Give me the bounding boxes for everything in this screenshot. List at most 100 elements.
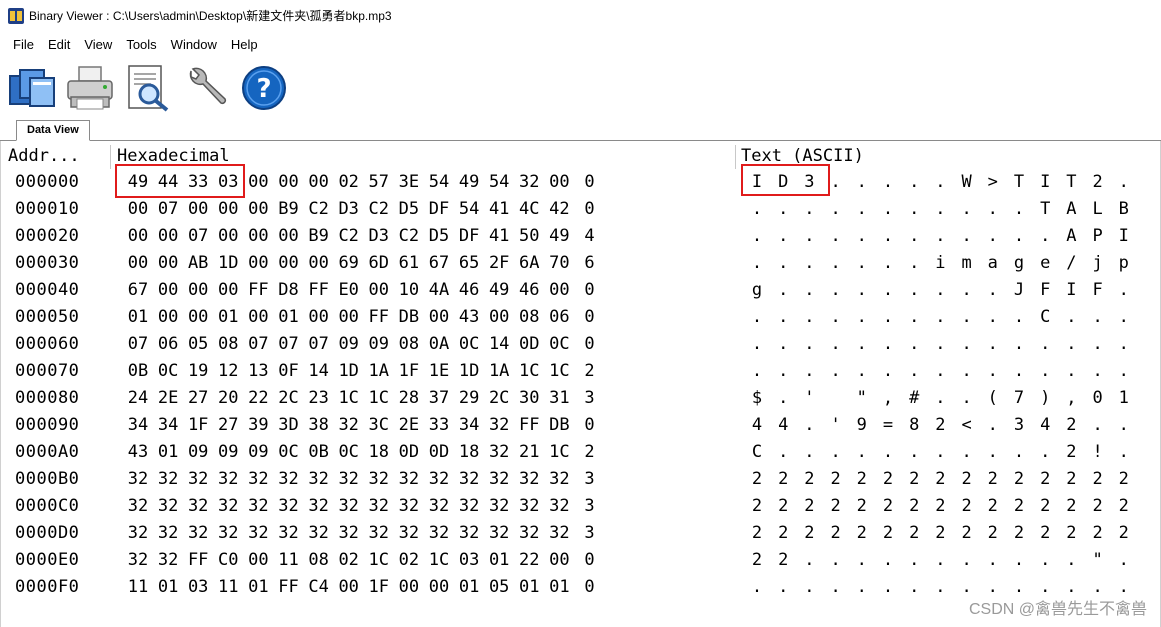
ascii-char[interactable]: . — [747, 304, 767, 331]
ascii-char[interactable]: . — [747, 358, 767, 385]
ascii-char[interactable]: i — [930, 250, 950, 277]
ascii-char[interactable]: . — [904, 358, 924, 385]
hex-byte[interactable]: 39 — [245, 412, 271, 439]
hex-byte[interactable]: D5 — [396, 196, 422, 223]
ascii-char[interactable]: 2 — [747, 520, 767, 547]
hex-byte[interactable]: 4A — [426, 277, 452, 304]
hex-byte[interactable]: 02 — [336, 547, 362, 574]
hex-byte[interactable]: 18 — [366, 439, 392, 466]
hex-byte[interactable]: 32 — [426, 520, 452, 547]
ascii-char[interactable]: . — [799, 277, 819, 304]
hex-byte[interactable]: 32 — [155, 547, 181, 574]
hex-byte[interactable]: 32 — [185, 493, 211, 520]
ascii-char[interactable]: . — [983, 331, 1003, 358]
hex-byte[interactable]: 07 — [185, 223, 211, 250]
ascii-char[interactable]: 2 — [878, 493, 898, 520]
help-button[interactable]: ? — [238, 62, 290, 114]
hex-byte[interactable]: 07 — [125, 331, 151, 358]
ascii-char[interactable]: I — [747, 169, 767, 196]
ascii-char[interactable]: . — [852, 331, 872, 358]
hex-byte[interactable]: 32 — [125, 466, 151, 493]
hex-byte[interactable]: 0 — [577, 574, 603, 601]
ascii-char[interactable]: . — [1035, 547, 1055, 574]
ascii-char[interactable]: 2 — [1088, 169, 1108, 196]
ascii-char[interactable]: . — [773, 223, 793, 250]
hex-byte[interactable]: 32 — [336, 412, 362, 439]
ascii-char[interactable]: p — [1114, 250, 1134, 277]
hex-byte[interactable]: 0D — [426, 439, 452, 466]
hex-byte[interactable]: 32 — [215, 493, 241, 520]
ascii-char[interactable]: 4 — [1035, 412, 1055, 439]
hex-byte[interactable]: 32 — [276, 520, 302, 547]
ascii-char[interactable]: . — [1114, 358, 1134, 385]
hex-byte[interactable]: 54 — [486, 169, 512, 196]
ascii-char[interactable]: . — [904, 250, 924, 277]
hex-byte[interactable]: 32 — [426, 493, 452, 520]
hex-byte[interactable]: 32 — [516, 169, 542, 196]
ascii-char[interactable]: B — [1114, 196, 1134, 223]
open-files-button[interactable] — [6, 62, 58, 114]
ascii-char[interactable]: # — [904, 385, 924, 412]
ascii-char[interactable]: . — [826, 250, 846, 277]
hex-byte[interactable]: 00 — [336, 304, 362, 331]
ascii-char[interactable]: . — [826, 331, 846, 358]
ascii-char[interactable]: P — [1088, 223, 1108, 250]
ascii-char[interactable]: . — [930, 277, 950, 304]
hex-byte[interactable]: 34 — [125, 412, 151, 439]
hex-byte[interactable]: 67 — [426, 250, 452, 277]
hex-byte[interactable]: 38 — [306, 412, 332, 439]
hex-byte[interactable]: 03 — [456, 547, 482, 574]
ascii-char[interactable]: . — [1061, 547, 1081, 574]
hex-byte[interactable]: 03 — [215, 169, 241, 196]
hex-byte[interactable]: 14 — [486, 331, 512, 358]
hex-byte[interactable]: DB — [546, 412, 572, 439]
ascii-char[interactable]: 2 — [1088, 493, 1108, 520]
ascii-char[interactable]: . — [799, 250, 819, 277]
hex-byte[interactable]: DB — [396, 304, 422, 331]
ascii-char[interactable]: . — [1088, 412, 1108, 439]
hex-byte[interactable]: 10 — [396, 277, 422, 304]
hex-byte[interactable]: 32 — [486, 412, 512, 439]
hex-byte[interactable]: 08 — [516, 304, 542, 331]
ascii-char[interactable]: . — [1009, 223, 1029, 250]
hex-byte[interactable]: D5 — [426, 223, 452, 250]
hex-byte[interactable]: 00 — [245, 547, 271, 574]
ascii-char[interactable]: . — [878, 439, 898, 466]
hex-byte[interactable]: 32 — [245, 466, 271, 493]
ascii-char[interactable]: ( — [983, 385, 1003, 412]
ascii-char[interactable]: . — [983, 439, 1003, 466]
hex-byte[interactable]: 00 — [546, 169, 572, 196]
hex-byte[interactable]: 32 — [215, 466, 241, 493]
hex-byte[interactable]: 43 — [125, 439, 151, 466]
hex-byte[interactable]: 00 — [125, 223, 151, 250]
ascii-char[interactable]: 2 — [1009, 493, 1029, 520]
hex-byte[interactable]: 37 — [426, 385, 452, 412]
hex-byte[interactable]: 00 — [276, 250, 302, 277]
ascii-char[interactable]: 2 — [983, 466, 1003, 493]
ascii-char[interactable]: J — [1009, 277, 1029, 304]
ascii-char[interactable]: 2 — [747, 466, 767, 493]
ascii-char[interactable]: . — [1061, 331, 1081, 358]
hex-byte[interactable]: 00 — [276, 169, 302, 196]
ascii-char[interactable]: . — [747, 250, 767, 277]
ascii-char[interactable]: . — [1114, 304, 1134, 331]
hex-column-header[interactable]: Hexadecimal — [117, 145, 230, 167]
hex-byte[interactable]: 13 — [245, 358, 271, 385]
hex-byte[interactable]: 0 — [577, 196, 603, 223]
hex-byte[interactable]: 01 — [215, 304, 241, 331]
ascii-char[interactable]: . — [852, 574, 872, 601]
hex-byte[interactable]: 32 — [426, 466, 452, 493]
ascii-char[interactable]: . — [983, 358, 1003, 385]
tab-data-view[interactable]: Data View — [16, 120, 90, 141]
ascii-char[interactable]: 1 — [1114, 385, 1134, 412]
ascii-char[interactable]: . — [930, 547, 950, 574]
ascii-char[interactable]: . — [957, 385, 977, 412]
hex-byte[interactable]: 09 — [366, 331, 392, 358]
ascii-char[interactable]: . — [930, 439, 950, 466]
hex-byte[interactable]: 34 — [456, 412, 482, 439]
ascii-char[interactable]: 2 — [852, 520, 872, 547]
hex-byte[interactable]: 00 — [426, 574, 452, 601]
hex-byte[interactable]: 30 — [516, 385, 542, 412]
ascii-char[interactable]: W — [957, 169, 977, 196]
ascii-char[interactable]: . — [773, 196, 793, 223]
